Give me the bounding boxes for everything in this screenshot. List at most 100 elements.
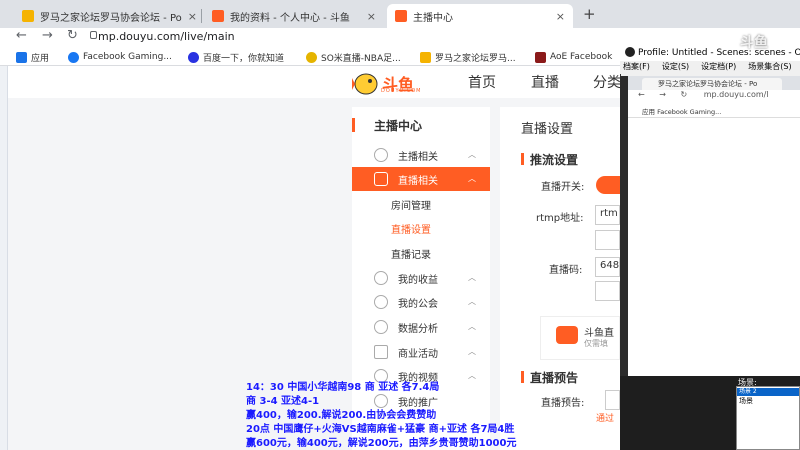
section-title-stream-settings: 推流设置: [530, 153, 579, 167]
bookmark-so-live[interactable]: SO米直播-NBA足...: [306, 49, 401, 65]
coin-icon: [374, 271, 388, 285]
sidebar-item-label: 主播相关: [398, 151, 438, 163]
obs-title-bar: Profile: Untitled - Scenes: scenes - O: [620, 44, 800, 61]
obs-preview-tab: 罗马之家论坛罗马协会论坛 - Po: [642, 78, 782, 90]
sidebar-item-guild[interactable]: 我的公会 ︿: [352, 290, 490, 314]
obs-preview-back-icon: ←: [638, 90, 645, 99]
baidu-paw-icon: [188, 51, 199, 63]
browser-tab-1[interactable]: 罗马之家论坛罗马协会论坛 - Po ×: [14, 4, 200, 28]
chevron-up-icon: ︿: [468, 273, 476, 282]
overlay-line-2: 商 3-4 亚述4-1: [246, 396, 320, 407]
sidebar-item-label: 我的收益: [398, 274, 438, 286]
bookmark-label: 应用: [31, 53, 50, 64]
apps-grid-icon: [16, 51, 27, 63]
new-tab-button[interactable]: +: [583, 5, 596, 23]
douyu-fish-icon: [352, 73, 378, 95]
sidebar-item-streamer[interactable]: 主播相关 ︿: [352, 143, 490, 167]
obs-scene-selected[interactable]: 场景 2: [737, 388, 799, 396]
sidebar-item-income[interactable]: 我的收益 ︿: [352, 266, 490, 290]
obs-left-bar: [620, 76, 628, 376]
promo-subtitle: 仅需填: [584, 339, 608, 348]
douyu-logo-sub: DOUYU.COM: [381, 88, 422, 94]
bookmark-roma-forum[interactable]: 罗马之家论坛罗马...: [420, 49, 516, 65]
overlay-line-1: 14：30 中国小华越南98 商 亚述 各7.4局: [246, 382, 440, 393]
tab-close-icon[interactable]: ×: [182, 10, 197, 23]
live-switch-toggle[interactable]: [596, 176, 620, 194]
bookmark-label: AoE Facebook: [550, 52, 613, 62]
section-accent: [521, 371, 524, 383]
obs-preview-bookmarks: 应用 Facebook Gaming...: [628, 106, 800, 118]
sidebar-item-analytics[interactable]: 数据分析 ︿: [352, 315, 490, 339]
obs-preview-bookmarks-text: 应用 Facebook Gaming...: [642, 108, 722, 116]
sidebar-item-business[interactable]: 商业活动 ︿: [352, 340, 490, 364]
live-preview-label: 直播预告:: [541, 398, 585, 409]
bookmark-label: 罗马之家论坛罗马...: [435, 53, 516, 64]
business-icon: [374, 345, 388, 359]
stream-code-field[interactable]: 648: [595, 257, 620, 277]
douyu-watermark: 斗鱼: [740, 35, 768, 51]
live-preview-link[interactable]: 通过: [596, 411, 614, 424]
chevron-up-icon: ︿: [468, 150, 476, 159]
tab-separator: [201, 9, 202, 23]
rtmp-copy-field[interactable]: [595, 230, 620, 250]
live-preview-field[interactable]: [605, 390, 620, 410]
sidebar-sub-room-manage[interactable]: 房间管理: [352, 192, 490, 216]
forward-button[interactable]: →: [42, 28, 53, 43]
tab-close-icon[interactable]: ×: [550, 10, 565, 23]
roma-forum-icon: [420, 51, 431, 63]
promo-title: 斗鱼直: [584, 328, 614, 339]
rtmp-address-field[interactable]: rtm: [595, 205, 620, 225]
microphone-icon: [374, 148, 388, 162]
obs-menu-file[interactable]: 档案(F): [623, 62, 650, 71]
aoe-icon: [535, 51, 546, 63]
bookmark-baidu[interactable]: 百度一下，你就知道: [188, 49, 284, 65]
obs-menu-bar: 档案(F) 设定(S) 设定档(P) 场景集合(S): [620, 61, 800, 74]
sidebar-sub-live-settings[interactable]: 直播设置: [352, 216, 490, 240]
bookmark-label: SO米直播-NBA足...: [321, 53, 401, 64]
nav-live[interactable]: 直播: [531, 72, 559, 92]
nav-category[interactable]: 分类: [593, 72, 621, 92]
obs-preview-reload-icon: ↻: [680, 90, 688, 99]
so-live-icon: [306, 51, 317, 63]
browser-tab-3-active[interactable]: 主播中心 ×: [387, 4, 573, 28]
obs-menu-profile[interactable]: 设定档(P): [701, 62, 736, 71]
left-window-edge: [0, 66, 8, 450]
tab-title: 主播中心: [413, 12, 453, 24]
bookmark-facebook-gaming[interactable]: Facebook Gaming...: [68, 49, 172, 65]
panel-title: 直播设置: [521, 122, 574, 137]
screen: 罗马之家论坛罗马协会论坛 - Po × 我的资料 - 个人中心 - 斗鱼 × 主…: [0, 0, 800, 450]
browser-tab-2[interactable]: 我的资料 - 个人中心 - 斗鱼 ×: [204, 4, 384, 28]
stream-code-copy-field[interactable]: [595, 281, 620, 301]
url-field[interactable]: mp.douyu.com/live/main: [98, 30, 235, 43]
sidebar-sub-live-records[interactable]: 直播记录: [352, 241, 490, 265]
obs-preview-forward-icon: →: [659, 90, 666, 99]
tab-favicon-icon: [22, 10, 34, 22]
bookmark-apps[interactable]: 应用: [16, 49, 49, 65]
obs-menu-settings[interactable]: 设定(S): [662, 62, 689, 71]
tab-favicon-icon: [395, 10, 407, 22]
overlay-line-5: 赢600元，输400元，解说200元，由萍乡贵哥赞助1000元: [246, 438, 517, 449]
obs-menu-scene-collection[interactable]: 场景集合(S): [748, 62, 791, 71]
tab-title: 罗马之家论坛罗马协会论坛 - Po: [40, 12, 182, 24]
obs-preview-navbar: ← → ↻ mp.douyu.com/l: [628, 90, 800, 106]
obs-logo-icon: [625, 47, 635, 57]
sidebar-item-live[interactable]: 直播相关 ︿: [352, 167, 490, 191]
obs-scene-item[interactable]: 场景: [739, 396, 753, 406]
sidebar-item-label: 商业活动: [398, 348, 438, 360]
overlay-line-3: 赢400，输200.解说200.由协会会费赞助: [246, 410, 437, 421]
section-title-live-preview: 直播预告: [530, 371, 579, 385]
guild-icon: [374, 295, 388, 309]
reload-button[interactable]: ↻: [67, 28, 78, 43]
tab-title: 我的资料 - 个人中心 - 斗鱼: [230, 12, 350, 24]
chevron-up-icon: ︿: [468, 322, 476, 331]
back-button[interactable]: ←: [16, 28, 27, 43]
sidebar-title: 主播中心: [374, 119, 423, 133]
tab-close-icon[interactable]: ×: [361, 10, 376, 23]
rtmp-label: rtmp地址:: [536, 213, 584, 224]
obs-preview-content: [628, 118, 800, 376]
nav-home[interactable]: 首页: [468, 72, 496, 92]
section-accent: [521, 153, 524, 165]
bookmark-aoe-facebook[interactable]: AoE Facebook: [535, 49, 612, 65]
pie-chart-icon: [374, 320, 388, 334]
video-icon: [374, 172, 388, 186]
